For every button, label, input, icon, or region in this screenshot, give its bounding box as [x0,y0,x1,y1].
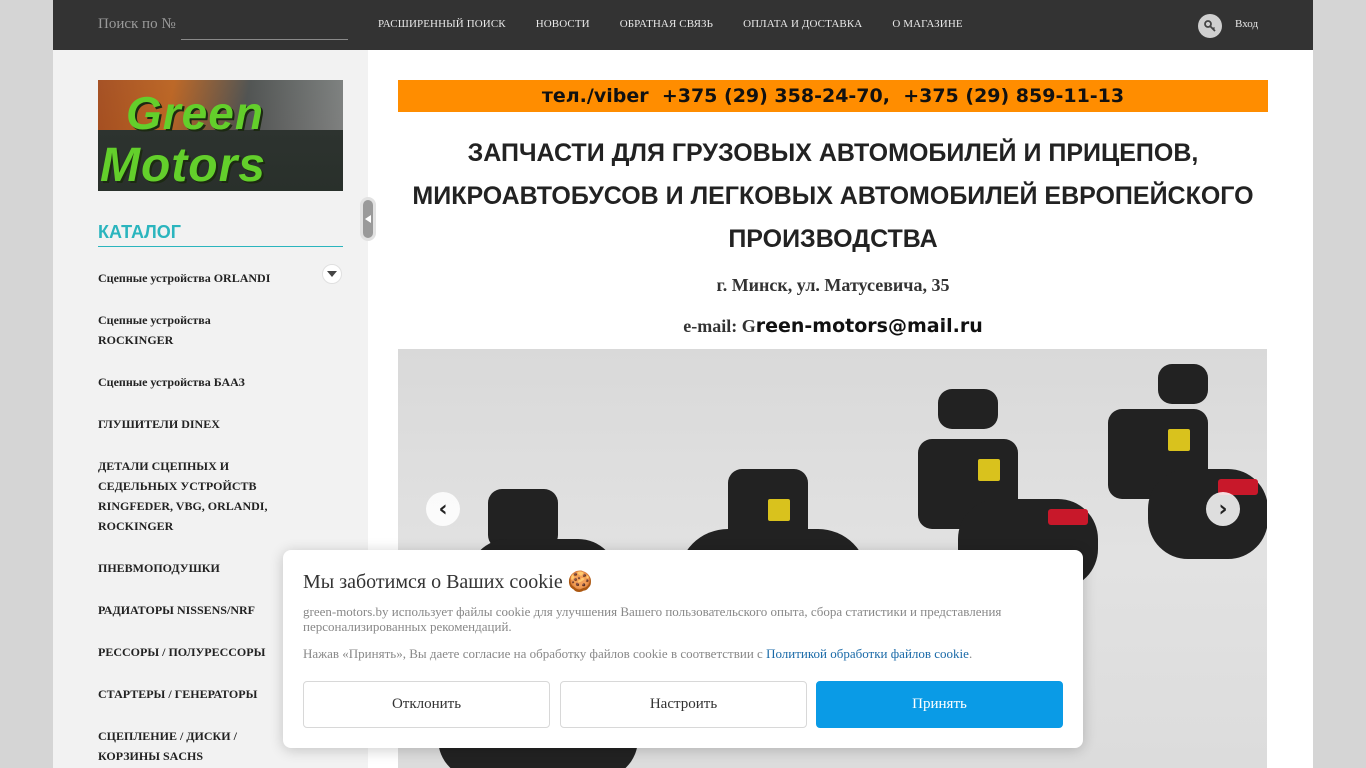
search-label: Поиск по № [98,16,176,32]
login-link[interactable]: Вход [1235,18,1258,30]
search-input[interactable] [181,14,348,40]
phone-banner: тел./viber +375 (29) 358-24-70, +375 (29… [398,80,1268,112]
key-icon[interactable] [1198,14,1222,38]
catalog-item[interactable]: Сцепные устройства БААЗ [98,372,343,392]
catalog-item-label: ГЛУШИТЕЛИ DINEX [98,417,220,431]
catalog-item-label: Сцепные устройства БААЗ [98,375,245,389]
cookie-consent-text: Нажав «Принять», Вы даете согласие на об… [303,646,1063,662]
product-image [1068,359,1267,589]
catalog-item[interactable]: ДЕТАЛИ СЦЕПНЫХ И СЕДЕЛЬНЫХ УСТРОЙСТВ RIN… [98,456,343,536]
nav-feedback[interactable]: ОБРАТНАЯ СВЯЗЬ [620,18,713,30]
catalog-item-label: ДЕТАЛИ СЦЕПНЫХ И СЕДЕЛЬНЫХ УСТРОЙСТВ RIN… [98,459,268,533]
catalog-item-label: Сцепные устройства ORLANDI [98,271,271,285]
logo-text-line1: Green [126,87,264,139]
cookie-policy-link[interactable]: Политикой обработки файлов cookie [766,646,969,661]
email-prefix: e-mail: G [683,316,756,336]
email-address[interactable]: reen-motors@mail.ru [756,315,983,337]
nav-news[interactable]: НОВОСТИ [536,18,590,30]
cookie-title: Мы заботимся о Ваших cookie 🍪 [303,571,593,593]
top-nav: РАСШИРЕННЫЙ ПОИСК НОВОСТИ ОБРАТНАЯ СВЯЗЬ… [378,18,993,30]
sidebar-collapse-toggle[interactable] [360,197,376,241]
address: г. Минск, ул. Матусевича, 35 [716,275,950,295]
logo-text-line2: Motors [100,139,266,191]
configure-button[interactable]: Настроить [560,681,807,728]
catalog-item[interactable]: Сцепные устройства ROCKINGER [98,310,343,350]
slider-prev-arrow[interactable]: ‹ [426,492,460,526]
cookie-dialog: Мы заботимся о Ваших cookie 🍪 green-moto… [283,550,1083,748]
catalog-item-label: СЦЕПЛЕНИЕ / ДИСКИ / КОРЗИНЫ SACHS [98,729,237,763]
decline-button[interactable]: Отклонить [303,681,550,728]
nav-payment-delivery[interactable]: ОПЛАТА И ДОСТАВКА [743,18,862,30]
catalog-item-label: РЕССОРЫ / ПОЛУРЕССОРЫ [98,645,266,659]
accept-button[interactable]: Принять [816,681,1063,728]
catalog-item-label: РАДИАТОРЫ NISSENS/NRF [98,603,255,617]
page-title: ЗАПЧАСТИ ДЛЯ ГРУЗОВЫХ АВТОМОБИЛЕЙ И ПРИЦ… [412,139,1254,253]
catalog-item-label: СТАРТЕРЫ / ГЕНЕРАТОРЫ [98,687,258,701]
catalog-item-label: ПНЕВМОПОДУШКИ [98,561,220,575]
nav-about[interactable]: О МАГАЗИНЕ [892,18,962,30]
email-line: e-mail: Green-motors@mail.ru [398,315,1268,337]
catalog-item[interactable]: ГЛУШИТЕЛИ DINEX [98,414,343,434]
slider-next-arrow[interactable]: › [1206,492,1240,526]
catalog-item-label: Сцепные устройства ROCKINGER [98,313,211,347]
catalog-item[interactable]: Сцепные устройства ORLANDI [98,264,343,288]
nav-advanced-search[interactable]: РАСШИРЕННЫЙ ПОИСК [378,18,506,30]
cookie-consent-suffix: . [968,646,973,661]
top-bar: Поиск по № РАСШИРЕННЫЙ ПОИСК НОВОСТИ ОБР… [53,0,1313,50]
cookie-description: green-motors.by использует файлы cookie … [303,604,1002,634]
site-logo[interactable]: Green Motors [98,80,343,191]
catalog-title: КАТАЛОГ [98,222,343,247]
cookie-consent-prefix: Нажав «Принять», Вы даете согласие на об… [303,646,767,661]
chevron-down-icon[interactable] [322,264,342,284]
